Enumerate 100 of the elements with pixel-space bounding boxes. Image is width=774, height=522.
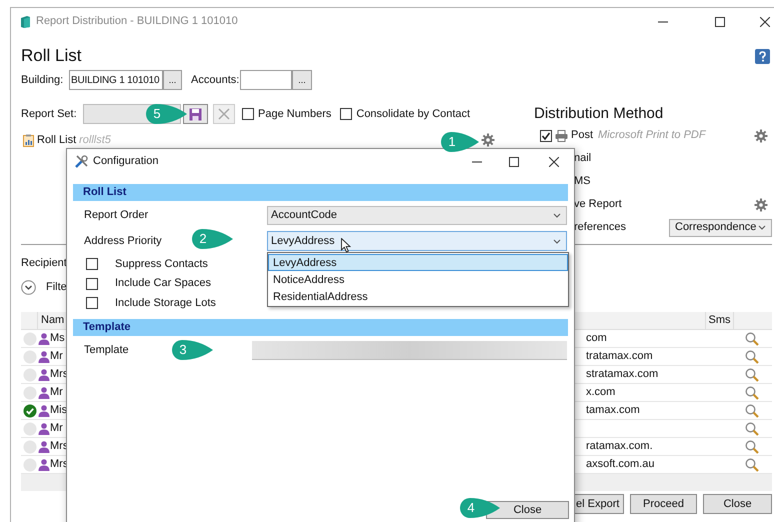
tools-icon — [75, 155, 88, 168]
method-label: nail — [574, 151, 592, 166]
window-title: Report Distribution - BUILDING 1 101010 — [36, 14, 238, 30]
checkbox[interactable] — [86, 297, 98, 309]
person-icon — [38, 404, 50, 416]
printer-icon — [555, 130, 568, 142]
section-header: Roll List — [73, 184, 568, 201]
field-label: Report Order — [84, 208, 148, 224]
maximize-icon[interactable] — [509, 156, 519, 166]
accounts-field[interactable] — [240, 70, 292, 90]
dropdown-value: AccountCode — [271, 208, 338, 224]
report-code: rolllst5 — [79, 132, 111, 148]
search-icon[interactable] — [745, 422, 759, 436]
save-button[interactable] — [183, 104, 208, 124]
person-icon — [38, 368, 50, 380]
dropdown-option[interactable]: LevyAddress — [268, 254, 568, 271]
table-cell-text: Mr — [50, 385, 63, 400]
close-icon[interactable] — [549, 156, 559, 166]
action-button[interactable]: el Export — [574, 494, 624, 514]
dropdown[interactable]: LevyAddress — [267, 231, 567, 251]
checkbox[interactable] — [86, 278, 98, 290]
app-logo-icon — [19, 15, 31, 28]
person-icon — [38, 386, 50, 398]
checkbox[interactable] — [242, 108, 254, 120]
settings-icon[interactable] — [754, 198, 768, 212]
template-field[interactable] — [252, 340, 567, 360]
table-cell-text: com — [586, 331, 607, 346]
table-cell-text: tratamax.com — [586, 349, 653, 364]
browse-button[interactable]: ... — [163, 70, 182, 90]
step-callout: 5 — [146, 104, 187, 124]
person-icon — [38, 422, 50, 434]
checkbox-label: Suppress Contacts — [115, 256, 208, 272]
table-cell-text: Mis — [50, 403, 68, 418]
search-icon[interactable] — [745, 404, 759, 418]
dropdown-option[interactable]: NoticeAddress — [268, 271, 568, 288]
method-label: ve Report — [574, 197, 622, 212]
dropdown-option[interactable]: ResidentialAddress — [268, 288, 568, 305]
step-callout: 1 — [441, 132, 479, 152]
step-callout: 3 — [172, 340, 213, 360]
section-title: Distribution Method — [534, 104, 664, 124]
browse-button[interactable]: ... — [292, 70, 312, 90]
chevron-circle-icon[interactable] — [21, 280, 36, 294]
checkbox-label: Include Storage Lots — [115, 296, 216, 311]
checkbox[interactable] — [86, 258, 98, 270]
search-icon[interactable] — [745, 368, 759, 382]
table-cell-text: ratamax.com. — [586, 439, 653, 454]
close-button[interactable]: Close — [486, 501, 569, 519]
report-name: Roll List — [37, 132, 76, 148]
field-label: Template — [84, 342, 129, 358]
search-icon[interactable] — [745, 332, 759, 346]
person-icon — [38, 458, 50, 470]
checkbox[interactable] — [540, 130, 552, 142]
method-label: MS — [574, 174, 590, 190]
table-cell-text: x.com — [586, 385, 616, 400]
method-detail: Microsoft Print to PDF — [598, 128, 706, 144]
close-icon[interactable] — [760, 16, 770, 26]
field-label: Building: — [21, 72, 64, 88]
column-header: Sms — [705, 312, 734, 329]
settings-icon[interactable] — [754, 128, 768, 142]
chevron-down-icon — [553, 238, 561, 244]
step-callout: 2 — [192, 229, 233, 249]
checkbox[interactable] — [340, 108, 352, 120]
help-icon[interactable] — [755, 48, 770, 64]
search-icon[interactable] — [745, 440, 759, 454]
column-header: Nam — [41, 313, 64, 328]
checkbox-label: Consolidate by Contact — [356, 106, 470, 122]
method-label: references — [574, 220, 626, 236]
search-icon[interactable] — [745, 458, 759, 472]
section-header: Template — [73, 319, 568, 336]
dialog-title: Configuration — [93, 154, 158, 170]
search-icon[interactable] — [745, 386, 759, 400]
chevron-down-icon — [553, 213, 561, 218]
check-icon — [541, 130, 551, 140]
field-label: Address Priority — [84, 234, 162, 249]
field-label: Accounts: — [191, 72, 240, 88]
chevron-down-icon — [758, 225, 766, 230]
method-label: Post — [571, 128, 594, 144]
dropdown-value: Correspondence — [675, 220, 756, 236]
question-mark-icon — [758, 50, 767, 62]
action-button[interactable]: Proceed — [630, 494, 697, 514]
table-cell-text: tamax.com — [586, 403, 640, 418]
dropdown[interactable]: AccountCode — [267, 206, 567, 225]
search-icon[interactable] — [745, 350, 759, 364]
report-icon — [23, 134, 34, 146]
settings-icon[interactable] — [481, 133, 495, 147]
dropdown-value: LevyAddress — [271, 234, 335, 249]
field-label: Report Set: — [21, 106, 78, 122]
person-icon — [38, 332, 50, 344]
person-icon — [38, 440, 50, 452]
person-icon — [38, 350, 50, 362]
table-cell-text: axsoft.com.au — [586, 457, 654, 472]
checkbox-label: Page Numbers — [258, 106, 332, 122]
filter-label: Filte — [46, 280, 67, 295]
table-cell-text: Mr — [50, 349, 63, 364]
table-cell-text: Ms — [50, 331, 65, 346]
action-button[interactable]: Close — [703, 494, 772, 514]
maximize-icon[interactable] — [715, 16, 725, 26]
table-cell-text: stratamax.com — [586, 367, 658, 382]
building-field[interactable]: BUILDING 1 101010 — [69, 70, 163, 90]
preferences-dropdown[interactable]: Correspondence — [669, 218, 772, 236]
